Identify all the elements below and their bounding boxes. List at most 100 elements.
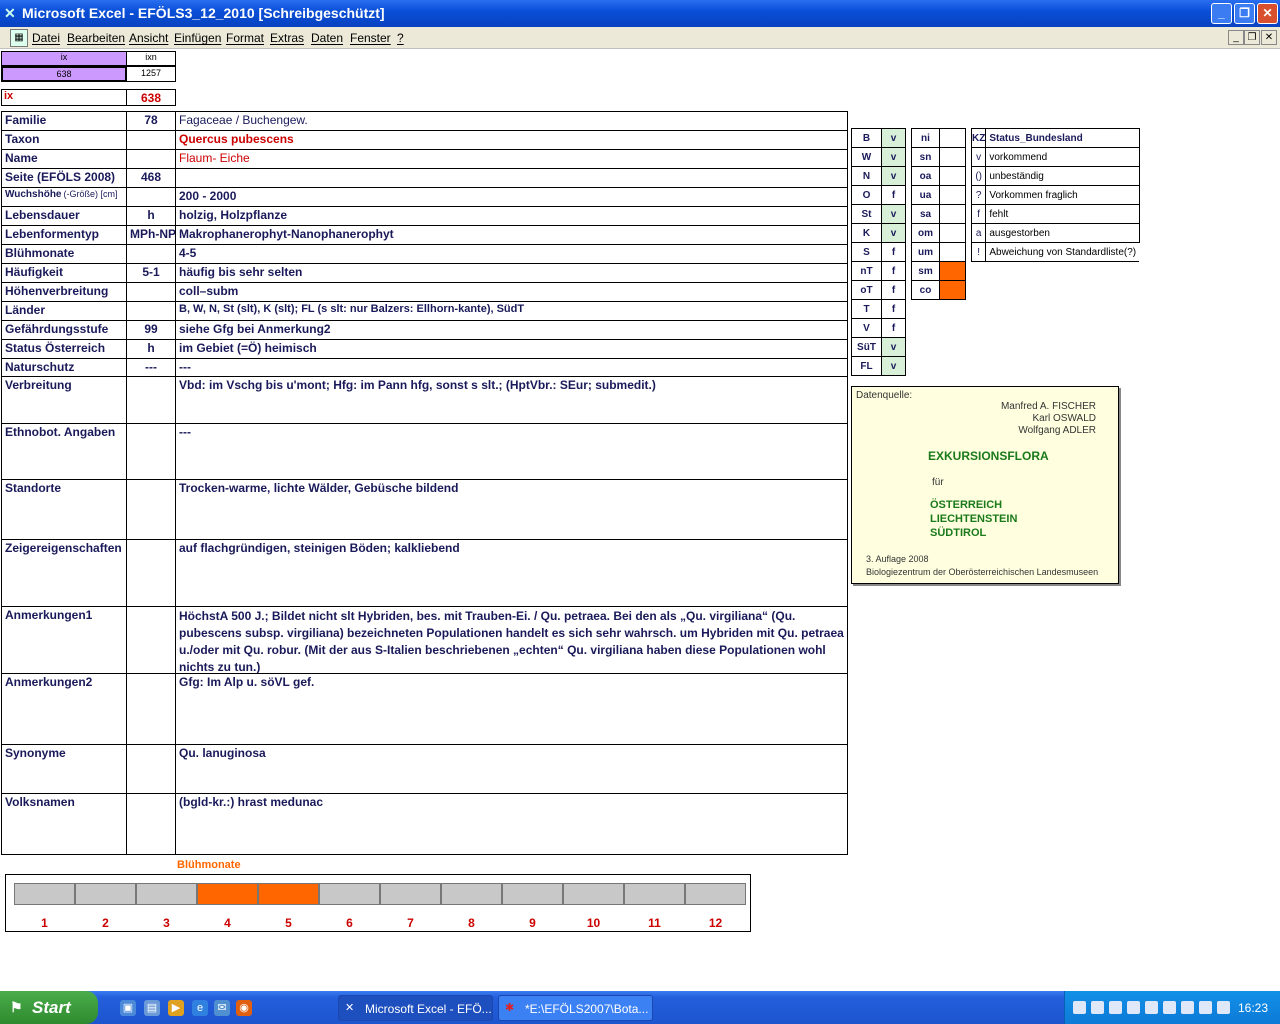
state-value[interactable]: v <box>881 128 906 148</box>
zone-code[interactable]: sn <box>911 147 940 167</box>
doc-close-button[interactable]: ✕ <box>1261 30 1277 45</box>
update-icon[interactable] <box>1199 1001 1212 1014</box>
row-label[interactable]: Länder <box>1 301 127 321</box>
ixn-header[interactable]: ixn <box>126 51 176 66</box>
row-value[interactable]: siehe Gfg bei Anmerkung2 <box>175 320 848 340</box>
state-code[interactable]: FL <box>851 356 882 376</box>
row-code[interactable]: 5-1 <box>126 263 176 283</box>
media-icon[interactable]: ▶ <box>168 1000 184 1016</box>
row-value[interactable]: coll–subm <box>175 282 848 302</box>
ix-value-cell[interactable]: 638 <box>1 66 127 82</box>
legend-code[interactable]: ! <box>970 242 987 262</box>
row-code[interactable] <box>126 282 176 302</box>
menu-format[interactable]: Format <box>226 31 264 45</box>
state-code[interactable]: SüT <box>851 337 882 357</box>
legend-code[interactable]: v <box>970 147 987 167</box>
row-value[interactable]: Quercus pubescens <box>175 130 848 150</box>
security-icon[interactable] <box>1091 1001 1104 1014</box>
state-value[interactable]: f <box>881 299 906 319</box>
legend-code[interactable]: ? <box>970 185 987 205</box>
state-code[interactable]: K <box>851 223 882 243</box>
row-code[interactable]: MPh-NPh <box>126 225 176 245</box>
row-code[interactable]: h <box>126 339 176 359</box>
row-value[interactable]: Fagaceae / Buchengew. <box>175 111 848 131</box>
row-label[interactable]: Lebenformentyp <box>1 225 127 245</box>
row-code[interactable] <box>126 479 176 540</box>
row-code[interactable]: 99 <box>126 320 176 340</box>
row-label[interactable]: Lebensdauer <box>1 206 127 226</box>
zone-code[interactable]: um <box>911 242 940 262</box>
row-label[interactable]: Gefährdungsstufe <box>1 320 127 340</box>
menu-extras[interactable]: Extras <box>270 31 304 45</box>
row-value[interactable]: 4-5 <box>175 244 848 264</box>
row-label[interactable]: Wuchshöhe (-Größe) [cm] <box>1 187 127 207</box>
row-code[interactable] <box>126 606 176 674</box>
row-value[interactable]: Qu. lanuginosa <box>175 744 848 794</box>
row-value[interactable]: HöchstA 500 J.; Bildet nicht slt Hybride… <box>175 606 848 674</box>
row-code[interactable]: --- <box>126 358 176 377</box>
row-label[interactable]: Häufigkeit <box>1 263 127 283</box>
close-button[interactable]: ✕ <box>1257 3 1278 24</box>
outlook-icon[interactable]: ✉ <box>214 1000 230 1016</box>
zone-indicator[interactable] <box>939 128 966 148</box>
row-label[interactable]: Blühmonate <box>1 244 127 264</box>
row-code[interactable] <box>126 539 176 607</box>
row-label[interactable]: Volksnamen <box>1 793 127 855</box>
zone-indicator[interactable] <box>939 204 966 224</box>
row-label[interactable]: Familie <box>1 111 127 131</box>
row-value[interactable]: auf flachgründigen, steinigen Böden; kal… <box>175 539 848 607</box>
doc-restore-button[interactable]: ❐ <box>1244 30 1260 45</box>
row-label[interactable]: Anmerkungen2 <box>1 673 127 745</box>
state-value[interactable]: f <box>881 261 906 281</box>
state-value[interactable]: v <box>881 166 906 186</box>
menu-einfuegen[interactable]: Einfügen <box>174 31 221 45</box>
info-icon[interactable] <box>1181 1001 1194 1014</box>
row-code[interactable] <box>126 130 176 150</box>
row-code[interactable]: h <box>126 206 176 226</box>
zone-code[interactable]: ni <box>911 128 940 148</box>
zone-code[interactable]: om <box>911 223 940 243</box>
row-value[interactable]: B, W, N, St (slt), K (slt); FL (s slt: n… <box>175 301 848 321</box>
zone-indicator[interactable] <box>939 166 966 186</box>
worksheet[interactable]: ix ixn 638 1257 ix 638 Familie 78 Fagaceae… <box>0 49 1280 991</box>
row-value[interactable]: häufig bis sehr selten <box>175 263 848 283</box>
monitor-icon[interactable] <box>1145 1001 1158 1014</box>
legend-code[interactable]: f <box>970 204 987 224</box>
desktop-icon[interactable]: ▣ <box>120 1000 136 1016</box>
state-code[interactable]: nT <box>851 261 882 281</box>
legend-text[interactable]: Abweichung von Standardliste(?) <box>985 242 1140 262</box>
zone-code[interactable]: sa <box>911 204 940 224</box>
menu-datei[interactable]: Datei <box>32 31 60 45</box>
task-editor[interactable]: ✱ *E:\EFÖLS2007\Bota... <box>498 995 653 1021</box>
state-code[interactable]: B <box>851 128 882 148</box>
ie-icon[interactable]: e <box>192 1000 208 1016</box>
state-code[interactable]: W <box>851 147 882 167</box>
doc-minimize-button[interactable]: _ <box>1228 30 1244 45</box>
network-icon[interactable] <box>1073 1001 1086 1014</box>
row-value[interactable]: Trocken-warme, lichte Wälder, Gebüsche b… <box>175 479 848 540</box>
legend-code[interactable]: () <box>970 166 987 186</box>
ix-value[interactable]: 638 <box>126 89 176 106</box>
tools-icon[interactable] <box>1217 1001 1230 1014</box>
row-value[interactable] <box>175 168 848 188</box>
state-code[interactable]: S <box>851 242 882 262</box>
zone-indicator[interactable] <box>939 242 966 262</box>
zone-indicator[interactable] <box>939 261 966 281</box>
document-icon[interactable]: ▦ <box>10 29 28 47</box>
row-label[interactable]: Anmerkungen1 <box>1 606 127 674</box>
row-code[interactable] <box>126 376 176 424</box>
state-value[interactable]: f <box>881 280 906 300</box>
legend-head-status[interactable]: Status_Bundesland <box>985 128 1140 148</box>
row-label[interactable]: Taxon <box>1 130 127 150</box>
firefox-icon[interactable]: ◉ <box>236 1000 252 1016</box>
state-value[interactable]: f <box>881 318 906 338</box>
state-value[interactable]: v <box>881 356 906 376</box>
row-value[interactable]: Makrophanerophyt-Nanophanerophyt <box>175 225 848 245</box>
row-label[interactable]: Synonyme <box>1 744 127 794</box>
legend-head-code[interactable]: KZ <box>970 128 987 148</box>
search-icon[interactable] <box>1109 1001 1122 1014</box>
row-code[interactable] <box>126 673 176 745</box>
restore-button[interactable]: ❐ <box>1234 3 1255 24</box>
row-value[interactable]: --- <box>175 358 848 377</box>
state-value[interactable]: v <box>881 223 906 243</box>
